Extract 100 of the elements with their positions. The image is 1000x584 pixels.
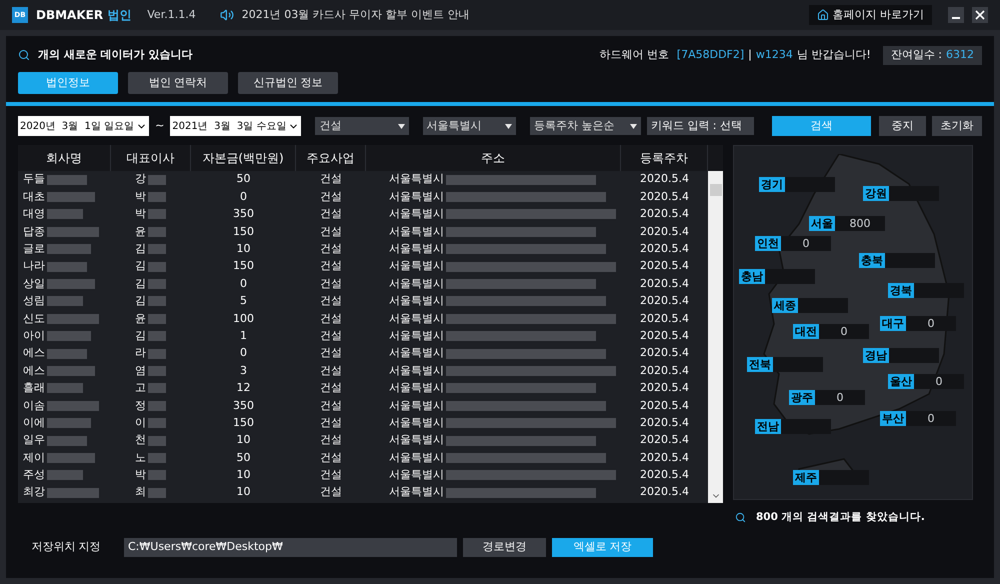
table-cell-text: 건설 <box>320 276 342 292</box>
table-cell-text: 서울특별시 <box>389 380 444 396</box>
tab[interactable]: 법인 연락처 <box>128 72 228 94</box>
date-field[interactable]: 2021년 3월 3일 수요일 <box>170 116 302 136</box>
table-cell-text: 건설 <box>320 484 342 500</box>
table-cell-text: 서울특별시 <box>389 188 444 205</box>
remaining-days-badge: 잔여일수 : 6312 <box>882 46 982 64</box>
table-cell-text: 강 <box>135 171 146 188</box>
table-cell-text: 2020.5.4 <box>640 258 689 274</box>
table-cell-text: 150 <box>233 224 254 240</box>
dropdown[interactable]: 서울특별시 <box>422 117 516 135</box>
table-cell-text: 건설 <box>320 450 342 466</box>
table-cell-text: 염 <box>135 362 146 379</box>
table-cell-text: 50 <box>236 171 250 188</box>
path-field[interactable]: C:₩Users₩core₩Desktop₩ <box>124 538 457 557</box>
reset-button[interactable]: 초기화 <box>932 116 982 136</box>
region-label: 대전 <box>793 324 819 339</box>
table-cell-text: 이 <box>135 414 146 431</box>
table-cell-text: 이에 <box>23 414 45 431</box>
table-cell-text: 건설 <box>320 328 342 344</box>
dropdown[interactable]: 등록주차 높은순 <box>530 117 641 135</box>
region-label: 충북 <box>859 253 885 268</box>
table-cell-text: 서울특별시 <box>389 467 444 484</box>
table-cell-text: 성림 <box>23 293 45 310</box>
table-cell-text: 건설 <box>320 432 342 448</box>
table-cell-text: 에스 <box>23 362 45 379</box>
redacted-block <box>47 296 83 306</box>
table-cell-text: 2020.5.4 <box>640 224 689 240</box>
minimize-icon[interactable] <box>948 7 964 23</box>
table-cell-text: 10 <box>236 241 250 257</box>
scrollbar-thumb[interactable] <box>710 184 722 196</box>
table-cell-text: 1 <box>240 328 247 344</box>
greeting-text: 님 반갑습니다! <box>796 46 871 63</box>
column-header: 회사명 <box>18 145 111 171</box>
redacted-block <box>47 279 95 290</box>
tilde-text: ~ <box>155 118 164 134</box>
search-icon <box>735 512 746 524</box>
table-cell-text: 2020.5.4 <box>640 380 689 396</box>
redacted-block <box>148 174 166 185</box>
table-cell-text: 서울특별시 <box>389 206 444 222</box>
dropdown-triangle-icon <box>398 124 405 128</box>
table-cell-text: 2020.5.4 <box>640 310 689 327</box>
separator-text: | <box>748 46 752 63</box>
redacted-block <box>148 366 166 376</box>
region-label: 전남 <box>755 419 781 434</box>
table-cell-text: 서울특별시 <box>389 224 444 240</box>
save-location-label: 저장위치 지정 <box>30 539 102 555</box>
table-cell-text: 2020.5.4 <box>640 398 689 414</box>
table-cell-text: 천 <box>135 432 146 448</box>
table-cell-text: 건설 <box>320 224 342 240</box>
keyword-field[interactable]: 키워드 입력 : 선택 <box>646 117 754 135</box>
redacted-block <box>148 192 166 202</box>
region-label: 경북 <box>888 283 914 298</box>
table-cell-text: 150 <box>233 258 254 274</box>
table-cell-text: 서울특별시 <box>389 484 444 500</box>
date-field[interactable]: 2020년 3월 1일 일요일 <box>18 116 150 136</box>
table-cell-text: 2020.5.4 <box>640 467 689 484</box>
speaker-icon <box>220 8 234 22</box>
change-path-button[interactable]: 경로변경 <box>463 538 546 557</box>
table-cell-text: 350 <box>233 398 254 414</box>
region-label: 전북 <box>747 357 773 372</box>
redacted-block <box>47 226 99 237</box>
table-cell-text: 서울특별시 <box>389 171 444 188</box>
region-count: 0 <box>906 411 956 426</box>
redacted-block <box>47 348 87 359</box>
table-cell-text: 건설 <box>320 345 342 362</box>
dropdown[interactable]: 건설 <box>315 117 409 135</box>
redacted-block <box>148 226 166 237</box>
dropdown-triangle-icon <box>504 124 512 128</box>
region-count <box>885 253 935 268</box>
redacted-block <box>47 314 99 324</box>
redacted-block <box>47 452 95 463</box>
scrollbar[interactable] <box>708 171 723 503</box>
table-cell-text: 제이 <box>23 450 45 466</box>
stop-button[interactable]: 중지 <box>878 116 926 136</box>
redacted-block <box>47 418 91 428</box>
app-title: DBMAKER 법인 <box>36 7 132 24</box>
table-cell-text: 건설 <box>320 258 342 274</box>
redacted-block <box>47 383 83 394</box>
table-cell-text: 0 <box>240 188 247 205</box>
notice-text[interactable]: 2021년 03월 카드사 무이자 할부 이벤트 안내 <box>242 6 470 24</box>
result-count-text: 800 개의 검색결과를 찾았습니다. <box>756 510 925 525</box>
table-cell-text: 박 <box>135 467 146 484</box>
table-cell-text: 2020.5.4 <box>640 241 689 257</box>
table-cell-text: 150 <box>233 414 254 431</box>
table-cell-text: 서울특별시 <box>389 258 444 274</box>
tab[interactable]: 신규법인 정보 <box>238 72 338 94</box>
table-cell-text: 라 <box>135 345 146 362</box>
redacted-block <box>47 331 91 342</box>
region-count <box>914 283 964 298</box>
redacted-block <box>148 488 166 498</box>
table-cell-text: 윤 <box>135 224 146 240</box>
version-text: Ver.1.1.4 <box>147 6 196 23</box>
region-count: 800 <box>835 216 885 231</box>
homepage-button[interactable]: 홈페이지 바로가기 <box>808 5 932 25</box>
table-cell-text: 서울특별시 <box>389 414 444 431</box>
close-icon[interactable] <box>972 7 988 23</box>
hardware-id: [7A58DDF2] <box>676 46 744 63</box>
region-count: 0 <box>914 374 964 389</box>
redacted-block <box>148 279 166 290</box>
